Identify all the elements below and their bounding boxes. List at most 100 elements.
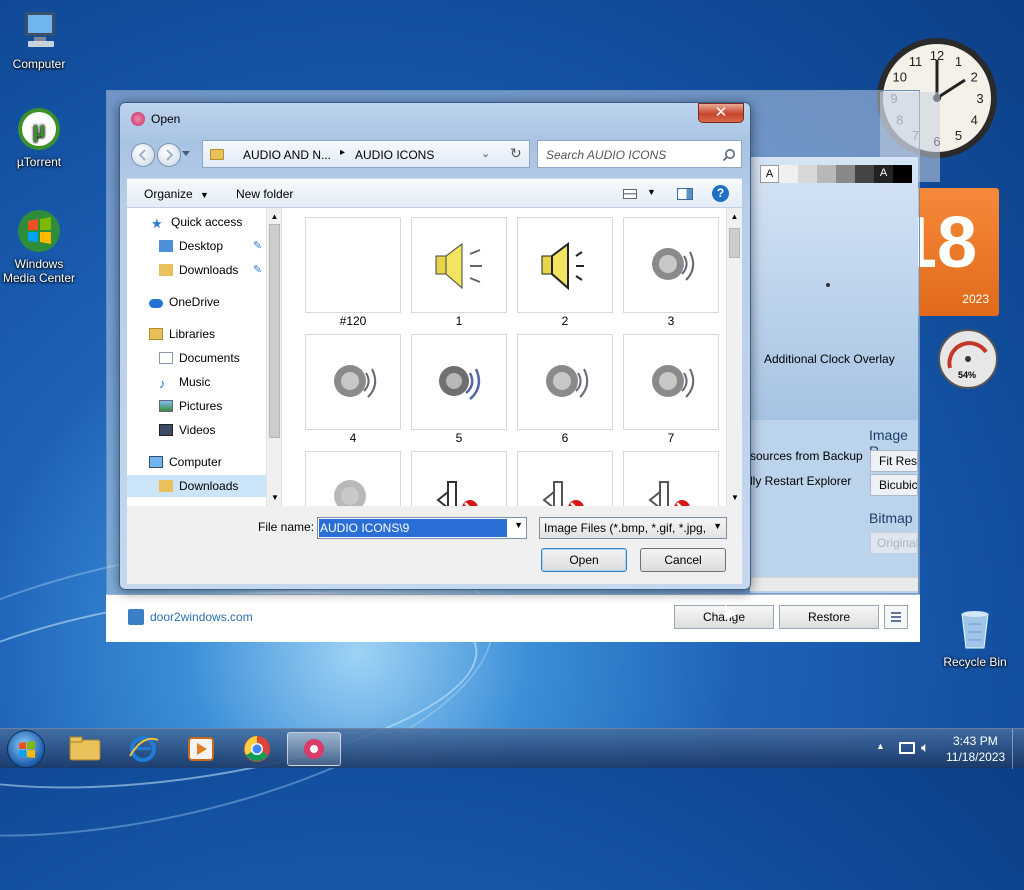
preview-pane-icon[interactable] — [677, 188, 693, 200]
file-tile[interactable] — [305, 451, 401, 506]
original-option[interactable]: Original — [870, 532, 918, 554]
file-tile[interactable] — [517, 217, 613, 313]
address-bar[interactable]: AUDIO AND N... ▸ AUDIO ICONS ⌄ ↻ — [202, 140, 530, 168]
refresh-icon[interactable]: ↻ — [510, 145, 522, 162]
desktop-icon-label: Recycle Bin — [943, 655, 1007, 669]
search-box[interactable]: Search AUDIO ICONS — [537, 140, 742, 168]
nav-quick-access[interactable]: ★ Quick access — [151, 211, 242, 233]
horizontal-scrollbar[interactable] — [750, 577, 918, 591]
nav-desktop[interactable]: Desktop — [159, 235, 223, 257]
file-tile[interactable] — [411, 334, 507, 430]
file-type-value: Image Files (*.bmp, *.gif, *.jpg, — [544, 521, 707, 535]
help-icon[interactable]: ? — [712, 185, 729, 202]
nav-music[interactable]: ♪ Music — [159, 371, 210, 393]
bicubic-option[interactable]: Bicubic — [870, 474, 918, 496]
new-folder-button[interactable]: New folder — [236, 187, 293, 201]
file-tile[interactable] — [305, 217, 401, 313]
menu-button[interactable] — [884, 605, 908, 629]
open-button[interactable]: Open — [541, 548, 627, 572]
clock-time[interactable]: 3:43 PM — [953, 734, 998, 748]
swatch[interactable] — [779, 165, 798, 183]
file-tile[interactable] — [517, 451, 613, 506]
speaker-loud-icon — [541, 242, 584, 291]
file-label: 1 — [455, 314, 463, 328]
fit-resize-option[interactable]: Fit Resiz — [870, 450, 918, 472]
nav-label: OneDrive — [169, 295, 220, 309]
clock-date[interactable]: 11/18/2023 — [946, 750, 1005, 764]
swatch-a[interactable]: A — [874, 165, 893, 183]
file-name-field[interactable]: AUDIO ICONS\9 ▼ — [317, 517, 527, 539]
organize-menu[interactable]: Organize ▼ — [144, 187, 209, 201]
file-tile[interactable] — [623, 217, 719, 313]
file-tile[interactable] — [623, 334, 719, 430]
nav-onedrive[interactable]: OneDrive — [149, 291, 220, 313]
scroll-up-icon[interactable]: ▲ — [267, 212, 281, 221]
scroll-thumb[interactable] — [269, 224, 280, 438]
close-button[interactable]: ✕ — [698, 103, 744, 123]
recent-locations-dropdown[interactable] — [182, 151, 190, 156]
file-tile[interactable] — [411, 217, 507, 313]
network-icon[interactable] — [899, 742, 915, 754]
chevron-down-icon[interactable]: ▼ — [514, 520, 523, 530]
nav-computer-downloads[interactable]: Downloads — [127, 475, 267, 497]
restart-text[interactable]: lly Restart Explorer — [750, 474, 851, 488]
swatch[interactable] — [798, 165, 817, 183]
close-icon: ✕ — [714, 104, 728, 121]
nav-libraries[interactable]: Libraries — [149, 323, 215, 345]
clock-number: 5 — [955, 128, 962, 143]
footer-link[interactable]: door2windows.com — [150, 610, 253, 624]
breadcrumb-audio-and-n[interactable]: AUDIO AND N... — [243, 148, 331, 162]
cancel-button[interactable]: Cancel — [640, 548, 726, 572]
nav-computer[interactable]: Computer — [149, 451, 222, 473]
scroll-down-icon[interactable]: ▼ — [267, 493, 281, 502]
nav-scrollbar[interactable]: ▲ ▼ — [266, 208, 281, 506]
restore-button[interactable]: Restore — [779, 605, 879, 629]
nav-documents[interactable]: Documents — [159, 347, 240, 369]
computer-icon — [16, 8, 62, 54]
file-tile[interactable] — [517, 334, 613, 430]
nav-downloads[interactable]: Downloads — [159, 259, 238, 281]
start-button[interactable] — [7, 730, 45, 768]
back-arrow-icon — [138, 149, 146, 161]
address-dropdown-chevron-icon[interactable]: ⌄ — [481, 147, 490, 160]
taskbar-file-explorer[interactable] — [58, 732, 112, 766]
swatch-a[interactable]: A — [760, 165, 779, 183]
show-hidden-icons[interactable]: ▲ — [876, 741, 885, 751]
breadcrumb-separator-icon: ▸ — [340, 147, 346, 158]
desktop-icon-utorrent[interactable]: µ µTorrent — [0, 106, 81, 169]
cpu-meter-gadget[interactable]: 54% — [928, 328, 998, 390]
music-note-icon: ♪ — [159, 376, 166, 391]
show-desktop-button[interactable] — [1012, 729, 1024, 769]
file-tile[interactable] — [305, 334, 401, 430]
change-view-icon[interactable] — [623, 189, 637, 199]
search-input[interactable]: Search AUDIO ICONS — [546, 148, 666, 162]
scroll-thumb[interactable] — [729, 228, 740, 258]
view-options-chevron-icon[interactable]: ▼ — [647, 187, 656, 197]
file-grid-scrollbar[interactable]: ▲ ▼ — [726, 208, 742, 506]
taskbar: ▲ 🔈︎ 3:43 PM 11/18/2023 — [0, 728, 1024, 769]
file-type-select[interactable]: Image Files (*.bmp, *.gif, *.jpg, ▼ — [539, 517, 727, 539]
swatch[interactable] — [836, 165, 855, 183]
taskbar-chrome[interactable] — [230, 732, 284, 766]
back-button[interactable] — [131, 143, 155, 167]
speaker-gray-icon — [439, 366, 481, 400]
forward-button[interactable] — [157, 143, 181, 167]
swatch[interactable] — [855, 165, 874, 183]
file-tile[interactable] — [411, 451, 507, 506]
volume-muted-icon[interactable]: 🔈︎ — [921, 739, 929, 756]
file-tile[interactable] — [623, 451, 719, 506]
taskbar-active-app[interactable] — [287, 732, 341, 766]
backup-text[interactable]: sources from Backup — [750, 449, 863, 463]
scroll-up-icon[interactable]: ▲ — [727, 212, 742, 221]
breadcrumb-audio-icons[interactable]: AUDIO ICONS — [355, 148, 434, 162]
swatch[interactable] — [893, 165, 912, 183]
swatch[interactable] — [817, 165, 836, 183]
desktop-icon-recycle-bin[interactable]: Recycle Bin — [933, 606, 1017, 669]
desktop-icon-computer[interactable]: Computer — [0, 8, 81, 71]
desktop-icon-windows-media-center[interactable]: Windows Media Center — [0, 208, 81, 285]
nav-pictures[interactable]: Pictures — [159, 395, 222, 417]
nav-videos[interactable]: Videos — [159, 419, 215, 441]
scroll-down-icon[interactable]: ▼ — [727, 493, 742, 502]
taskbar-internet-explorer[interactable] — [116, 732, 170, 766]
taskbar-media-player[interactable] — [174, 732, 228, 766]
